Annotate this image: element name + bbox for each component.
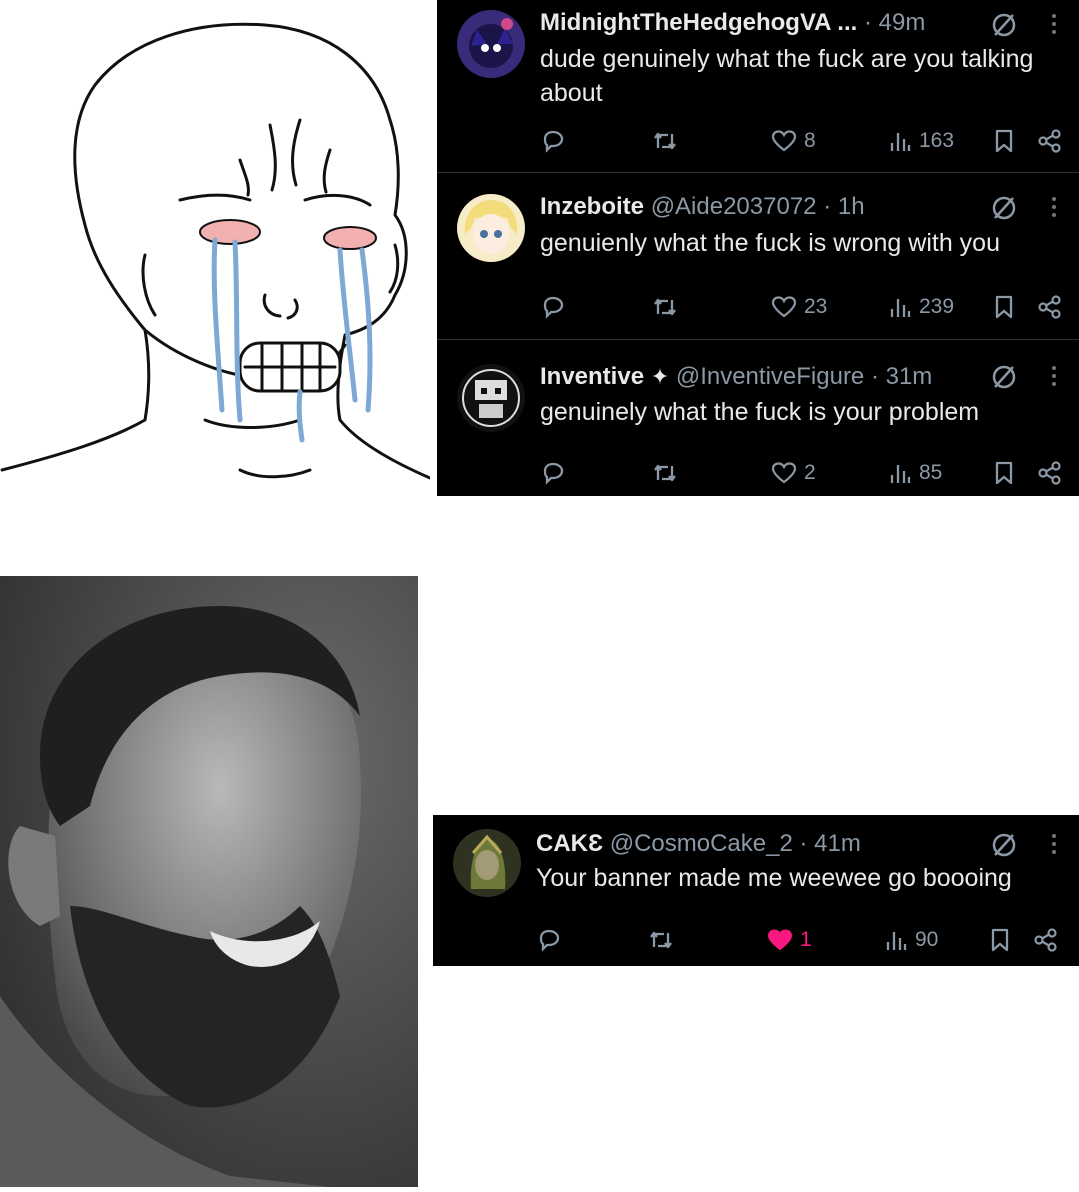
timestamp[interactable]: · 1h <box>823 193 864 220</box>
share-button[interactable] <box>1037 290 1063 324</box>
like-button[interactable]: 1 <box>767 923 812 957</box>
view-count: 85 <box>919 461 943 484</box>
repost-button[interactable] <box>647 923 675 957</box>
share-icon <box>1038 129 1061 153</box>
timestamp[interactable]: · 41m <box>799 830 860 857</box>
grok-icon[interactable] <box>989 362 1019 392</box>
bookmark-icon <box>991 928 1009 952</box>
tweet-item[interactable]: MidnightTheHedgehogVA ... · 49m dude gen… <box>437 0 1079 168</box>
like-count: 8 <box>804 129 816 152</box>
display-name[interactable]: CAKƐ <box>536 830 603 857</box>
views-button[interactable]: 163 <box>888 124 954 158</box>
share-button[interactable] <box>1037 456 1063 490</box>
views-icon <box>890 465 911 483</box>
like-button[interactable]: 23 <box>771 290 827 324</box>
repost-icon <box>650 931 672 949</box>
bookmark-icon <box>995 461 1013 485</box>
tweet-text: Your banner made me weewee go boooing <box>536 864 1012 892</box>
handle[interactable]: @CosmoCake_2 <box>610 830 793 857</box>
repost-button[interactable] <box>651 124 679 158</box>
bookmark-button[interactable] <box>993 290 1015 324</box>
views-icon <box>886 932 907 950</box>
tweet-item[interactable]: CAKƐ @CosmoCake_2 · 41m Your banner made… <box>433 815 1079 966</box>
pixel-character-avatar[interactable] <box>457 364 525 432</box>
like-count: 1 <box>800 928 812 951</box>
tweet-replies-panel: MidnightTheHedgehogVA ... · 49m dude gen… <box>437 0 1079 496</box>
views-button[interactable]: 85 <box>888 456 942 490</box>
heart-filled-icon <box>767 929 793 951</box>
timestamp[interactable]: · 49m <box>864 9 925 36</box>
repost-button[interactable] <box>651 290 679 324</box>
grok-icon[interactable] <box>989 830 1019 860</box>
view-count: 239 <box>919 295 955 318</box>
reply-icon <box>543 462 564 485</box>
reply-icon <box>539 929 560 952</box>
view-count: 90 <box>915 928 939 951</box>
smiling-bearded-man-image <box>0 576 418 1187</box>
tweet-actions: 8 163 <box>437 124 1079 158</box>
views-icon <box>890 299 911 317</box>
more-options-icon[interactable] <box>1049 830 1059 860</box>
tweet-actions: 23 239 <box>437 290 1079 324</box>
grok-icon[interactable] <box>989 193 1019 223</box>
heart-icon <box>771 296 797 318</box>
bookmark-button[interactable] <box>993 456 1015 490</box>
reply-button[interactable] <box>540 456 566 490</box>
repost-icon <box>654 132 676 150</box>
tweet-text: genuienly what the fuck is wrong with yo… <box>540 229 1000 257</box>
views-icon <box>890 133 911 151</box>
share-button[interactable] <box>1033 923 1059 957</box>
handle[interactable]: @InventiveFigure <box>676 363 864 390</box>
more-options-icon[interactable] <box>1049 362 1059 392</box>
reply-icon <box>543 130 564 153</box>
handle[interactable]: @Aide2037072 <box>651 193 817 220</box>
like-count: 23 <box>804 295 828 318</box>
views-button[interactable]: 90 <box>884 923 938 957</box>
reply-icon <box>543 296 564 319</box>
timestamp[interactable]: · 31m <box>871 363 932 390</box>
display-name[interactable]: Inventive <box>540 363 644 390</box>
display-name[interactable]: MidnightTheHedgehogVA ... <box>540 9 857 36</box>
anime-girl-avatar[interactable] <box>457 194 525 262</box>
armored-figure-avatar[interactable] <box>453 829 521 897</box>
share-icon <box>1034 928 1057 952</box>
grok-icon[interactable] <box>989 10 1019 40</box>
tweet-item[interactable]: Inzeboite @Aide2037072 · 1h genuienly wh… <box>437 173 1079 338</box>
like-count: 2 <box>804 461 816 484</box>
tweet-actions: 2 85 <box>437 456 1079 490</box>
bookmark-button[interactable] <box>993 124 1015 158</box>
tweet-text: dude genuinely what the fuck are you tal… <box>540 45 1034 107</box>
more-options-icon[interactable] <box>1049 193 1059 223</box>
tweet-item[interactable]: Inventive ✦ @InventiveFigure · 31m genui… <box>437 340 1079 496</box>
reply-button[interactable] <box>540 124 566 158</box>
tweet-text: genuinely what the fuck is your problem <box>540 398 980 426</box>
bookmark-icon <box>995 295 1013 319</box>
reply-button[interactable] <box>536 923 562 957</box>
view-count: 163 <box>919 129 955 152</box>
display-name[interactable]: Inzeboite <box>540 193 644 220</box>
share-icon <box>1038 295 1061 319</box>
verified-icon: ✦ <box>650 364 670 389</box>
repost-icon <box>654 464 676 482</box>
tweet-actions: 1 90 <box>433 923 1079 957</box>
bookmark-button[interactable] <box>989 923 1011 957</box>
crying-wojak-image <box>0 0 432 490</box>
bookmark-icon <box>995 129 1013 153</box>
more-options-icon[interactable] <box>1049 10 1059 40</box>
heart-icon <box>771 130 797 152</box>
reply-button[interactable] <box>540 290 566 324</box>
share-icon <box>1038 461 1061 485</box>
heart-icon <box>771 462 797 484</box>
tweet-reply-panel: CAKƐ @CosmoCake_2 · 41m Your banner made… <box>433 815 1079 966</box>
share-button[interactable] <box>1037 124 1063 158</box>
repost-button[interactable] <box>651 456 679 490</box>
like-button[interactable]: 2 <box>771 456 816 490</box>
repost-icon <box>654 298 676 316</box>
views-button[interactable]: 239 <box>888 290 954 324</box>
hedgehog-avatar[interactable] <box>457 10 525 78</box>
like-button[interactable]: 8 <box>771 124 816 158</box>
